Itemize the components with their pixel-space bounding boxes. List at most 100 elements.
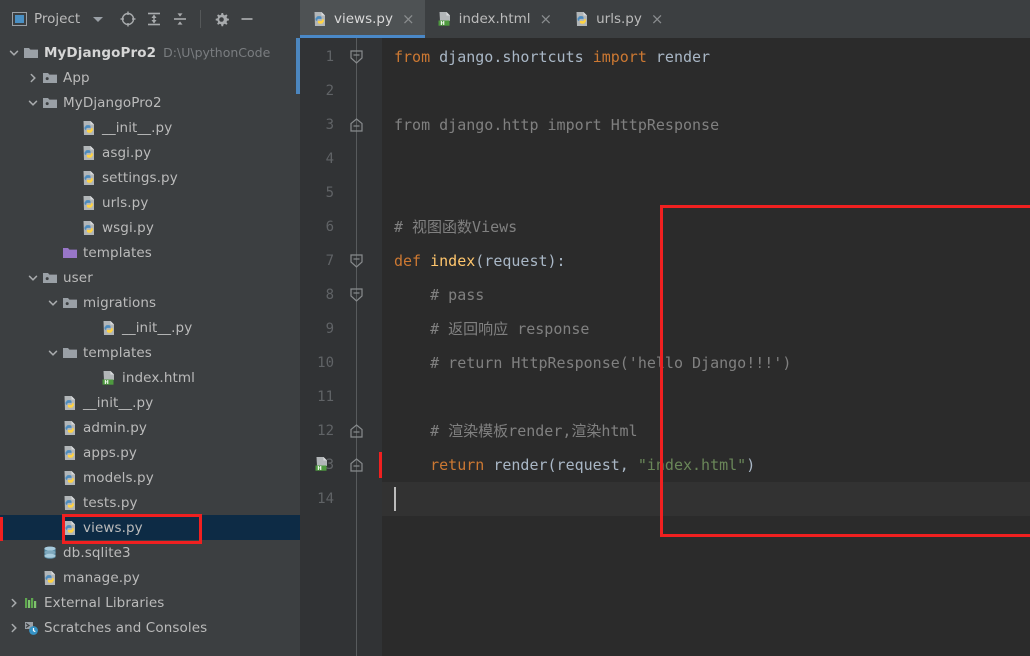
close-icon[interactable]: × [648, 11, 664, 27]
code-line[interactable]: # return HttpResponse('hello Django!!!') [394, 346, 791, 380]
editor-tab-urls-py[interactable]: urls.py × [562, 0, 673, 38]
code-line[interactable]: return render(request, "index.html") [394, 448, 755, 482]
tree-item--init-py[interactable]: __init__.py [0, 315, 300, 340]
tree-item-app[interactable]: App [0, 65, 300, 90]
close-icon[interactable]: × [537, 11, 553, 27]
fold-end-icon[interactable] [350, 424, 363, 438]
tree-arrow-placeholder [64, 115, 80, 140]
tree-item-wsgi-py[interactable]: wsgi.py [0, 215, 300, 240]
editor-tab-label: urls.py [596, 11, 642, 27]
editor-tab-index-html[interactable]: Hindex.html × [425, 0, 563, 38]
code-token: index [430, 252, 476, 270]
editor-tab-label: views.py [334, 11, 393, 27]
tree-item-templates[interactable]: templates [0, 240, 300, 265]
tree-arrow-placeholder [45, 465, 61, 490]
html-template-gutter-icon[interactable]: H [314, 456, 330, 476]
project-tree[interactable]: MyDjangoPro2 D:\U\pythonCode App MyDjangoPr… [0, 38, 300, 656]
locate-icon[interactable] [115, 6, 141, 32]
tree-item-mydjangopro2[interactable]: MyDjangoPro2 D:\U\pythonCode [0, 40, 300, 65]
code-line[interactable]: # 返回响应 response [394, 312, 589, 346]
fold-end-icon[interactable] [350, 118, 363, 132]
folder-module-icon [41, 90, 59, 115]
code-line[interactable]: from django.http import HttpResponse [394, 108, 719, 142]
tree-item-scratches-and-consoles[interactable]: Scratches and Consoles [0, 615, 300, 640]
editor-tabs[interactable]: views.py × Hindex.html × urls.py × [300, 0, 1030, 38]
chevron-down-icon[interactable] [45, 290, 61, 315]
caret-line-highlight [382, 482, 1030, 516]
code-content[interactable]: from django.shortcuts import render from … [382, 38, 1030, 656]
line-number: 7 [325, 253, 334, 269]
fold-collapse-arrow-icon[interactable] [350, 288, 363, 302]
tree-item--init-py[interactable]: __init__.py [0, 390, 300, 415]
fold-collapse-arrow-icon[interactable] [350, 50, 363, 64]
tree-item-label: models.py [83, 469, 154, 486]
tree-item-db-sqlite3[interactable]: db.sqlite3 [0, 540, 300, 565]
editor-tab-views-py[interactable]: views.py × [300, 0, 425, 38]
chevron-right-icon[interactable] [6, 615, 22, 640]
tree-item-label: manage.py [63, 569, 140, 586]
tree-arrow-placeholder [25, 565, 41, 590]
project-title-label: Project [34, 11, 81, 27]
folder-module-icon [61, 290, 79, 315]
collapse-all-icon[interactable] [167, 6, 193, 32]
code-token: from [394, 48, 440, 66]
tree-item-templates[interactable]: templates [0, 340, 300, 365]
python-file-icon [80, 165, 98, 190]
tree-item--init-py[interactable]: __init__.py [0, 115, 300, 140]
tree-item-apps-py[interactable]: apps.py [0, 440, 300, 465]
code-token: import [592, 48, 656, 66]
code-token: # 返回响应 response [394, 320, 590, 338]
project-toolbar: Project [0, 0, 300, 38]
tree-item-index-html[interactable]: Hindex.html [0, 365, 300, 390]
tree-item-label: urls.py [102, 194, 149, 211]
tree-item-label: __init__.py [83, 394, 154, 411]
code-line[interactable]: def index(request): [394, 244, 566, 278]
hide-icon[interactable] [234, 6, 260, 32]
python-file-icon [41, 565, 59, 590]
chevron-down-icon[interactable] [25, 265, 41, 290]
tree-arrow-placeholder [64, 215, 80, 240]
line-number: 14 [317, 491, 334, 507]
tree-item-external-libraries[interactable]: External Libraries [0, 590, 300, 615]
code-line[interactable]: from django.shortcuts import render [394, 40, 710, 74]
editor-gutter[interactable]: 1234567891011121314H [300, 38, 382, 656]
tree-item-migrations[interactable]: migrations [0, 290, 300, 315]
tree-item-label: __init__.py [122, 319, 193, 336]
chevron-right-icon[interactable] [25, 65, 41, 90]
code-token: # pass [394, 286, 485, 304]
chevron-down-icon[interactable] [25, 90, 41, 115]
tree-item-models-py[interactable]: models.py [0, 465, 300, 490]
tree-item-tests-py[interactable]: tests.py [0, 490, 300, 515]
chevron-down-icon[interactable] [45, 340, 61, 365]
gear-icon[interactable] [208, 6, 234, 32]
code-line[interactable]: # 视图函数Views [394, 210, 517, 244]
tree-item-user[interactable]: user [0, 265, 300, 290]
folder-root-icon [22, 40, 40, 65]
tree-item-mydjangopro2[interactable]: MyDjangoPro2 [0, 90, 300, 115]
tree-item-views-py[interactable]: views.py [0, 515, 300, 540]
fold-collapse-arrow-icon[interactable] [350, 254, 363, 268]
chevron-right-icon[interactable] [6, 590, 22, 615]
code-line[interactable]: # 渲染模板render,渲染html [394, 414, 637, 448]
tree-item-admin-py[interactable]: admin.py [0, 415, 300, 440]
code-token: (request): [475, 252, 566, 270]
database-file-icon [41, 540, 59, 565]
code-editor[interactable]: 1234567891011121314H from django.shortcu… [300, 38, 1030, 656]
code-line[interactable]: # pass [394, 278, 484, 312]
python-file-icon [61, 465, 79, 490]
close-icon[interactable]: × [399, 11, 415, 27]
chevron-down-icon[interactable] [93, 16, 104, 22]
chevron-down-icon[interactable] [6, 40, 22, 65]
tree-item-manage-py[interactable]: manage.py [0, 565, 300, 590]
tree-item-asgi-py[interactable]: asgi.py [0, 140, 300, 165]
folder-module-icon [41, 65, 59, 90]
tree-item-urls-py[interactable]: urls.py [0, 190, 300, 215]
line-number: 6 [325, 219, 334, 235]
tree-item-label: wsgi.py [102, 219, 154, 236]
tree-item-label: views.py [83, 519, 143, 536]
tree-item-settings-py[interactable]: settings.py [0, 165, 300, 190]
project-title-button[interactable]: Project [8, 9, 107, 29]
fold-end-icon[interactable] [350, 458, 363, 472]
code-token: render [655, 48, 711, 66]
expand-all-icon[interactable] [141, 6, 167, 32]
